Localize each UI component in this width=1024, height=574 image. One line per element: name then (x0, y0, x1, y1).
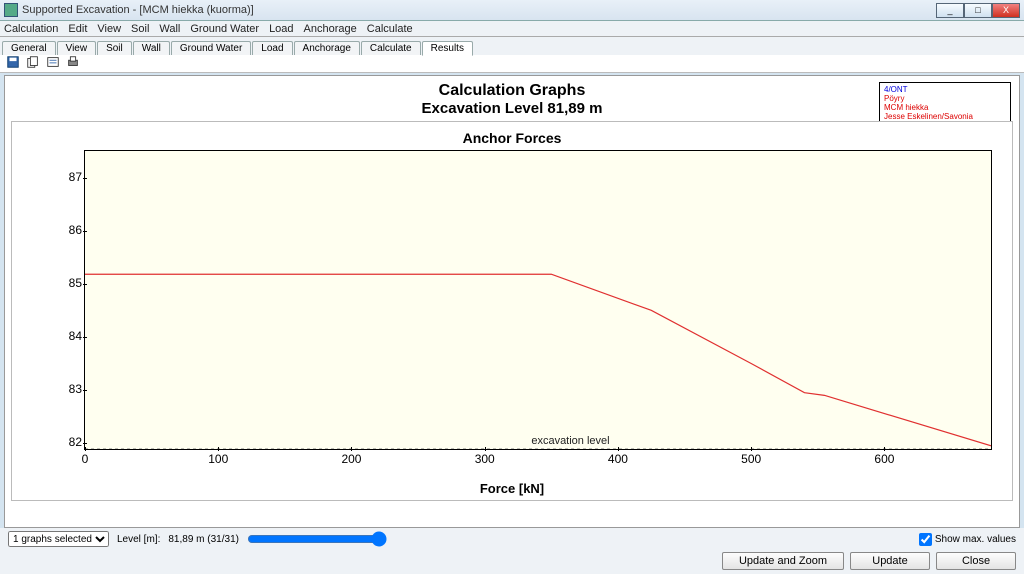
show-max-checkbox-label[interactable]: Show max. values (919, 533, 1016, 546)
properties-icon[interactable] (46, 55, 60, 72)
chart-svg (85, 151, 991, 449)
close-window-button[interactable]: X (992, 3, 1020, 18)
save-icon[interactable] (6, 55, 20, 72)
x-tick-label: 400 (608, 452, 628, 466)
close-button[interactable]: Close (936, 552, 1016, 570)
chart-title: Anchor Forces (20, 130, 1004, 146)
x-tick-label: 100 (208, 452, 228, 466)
button-row: Update and Zoom Update Close (0, 550, 1024, 574)
y-tick-label: 82 (56, 435, 82, 449)
tab-soil[interactable]: Soil (97, 41, 132, 55)
tab-ground-water[interactable]: Ground Water (171, 41, 251, 55)
title-bar: Supported Excavation - [MCM hiekka (kuor… (0, 0, 1024, 21)
menu-calculate[interactable]: Calculate (367, 23, 413, 35)
maximize-button[interactable]: □ (964, 3, 992, 18)
minimize-button[interactable]: _ (936, 3, 964, 18)
copy-icon[interactable] (26, 55, 40, 72)
x-tick-label: 0 (82, 452, 89, 466)
menu-anchorage[interactable]: Anchorage (304, 23, 357, 35)
tab-strip: General View Soil Wall Ground Water Load… (0, 37, 1024, 55)
menu-calculation[interactable]: Calculation (4, 23, 58, 35)
toolbar (0, 55, 1024, 73)
page-subtitle: Excavation Level 81,89 m (11, 100, 1013, 117)
tab-wall[interactable]: Wall (133, 41, 170, 55)
plot-area (84, 150, 992, 450)
window-title: Supported Excavation - [MCM hiekka (kuor… (22, 4, 936, 16)
info-line: Pöyry (884, 94, 1006, 103)
x-tick-label: 500 (741, 452, 761, 466)
app-icon (4, 3, 18, 17)
content-area: Calculation Graphs Excavation Level 81,8… (4, 75, 1020, 528)
page-title: Calculation Graphs (11, 82, 1013, 100)
level-label: Level [m]: (117, 534, 160, 545)
x-axis-label: Force [kN] (480, 481, 544, 496)
info-line: Jesse Eskelinen/Savonia (884, 112, 1006, 121)
update-button[interactable]: Update (850, 552, 930, 570)
chart-frame: Anchor Forces Level of Excavation [m] Fo… (11, 121, 1013, 501)
tab-anchorage[interactable]: Anchorage (294, 41, 360, 55)
excavation-level-label: excavation level (531, 435, 609, 447)
info-line: MCM hiekka (884, 103, 1006, 112)
menu-ground-water[interactable]: Ground Water (190, 23, 259, 35)
show-max-checkbox[interactable] (919, 533, 932, 546)
update-zoom-button[interactable]: Update and Zoom (722, 552, 844, 570)
y-tick-label: 86 (56, 223, 82, 237)
x-tick-label: 600 (874, 452, 894, 466)
tab-view[interactable]: View (57, 41, 97, 55)
tab-general[interactable]: General (2, 41, 56, 55)
menu-edit[interactable]: Edit (68, 23, 87, 35)
level-slider[interactable] (247, 531, 387, 547)
y-tick-label: 87 (56, 170, 82, 184)
menu-view[interactable]: View (97, 23, 121, 35)
tab-calculate[interactable]: Calculate (361, 41, 421, 55)
graphs-selected-dropdown[interactable]: 1 graphs selected (8, 531, 109, 547)
y-tick-label: 84 (56, 329, 82, 343)
tab-load[interactable]: Load (252, 41, 292, 55)
menu-load[interactable]: Load (269, 23, 293, 35)
menu-bar: Calculation Edit View Soil Wall Ground W… (0, 21, 1024, 37)
print-icon[interactable] (66, 55, 80, 72)
x-tick-label: 200 (341, 452, 361, 466)
tab-results[interactable]: Results (422, 41, 473, 56)
menu-soil[interactable]: Soil (131, 23, 149, 35)
x-tick-label: 300 (475, 452, 495, 466)
info-line: 4/ONT (884, 85, 1006, 94)
y-tick-label: 85 (56, 276, 82, 290)
menu-wall[interactable]: Wall (159, 23, 180, 35)
bottom-bar: 1 graphs selected Level [m]: 81,89 m (31… (0, 528, 1024, 550)
y-tick-label: 83 (56, 382, 82, 396)
level-value: 81,89 m (31/31) (168, 534, 239, 545)
